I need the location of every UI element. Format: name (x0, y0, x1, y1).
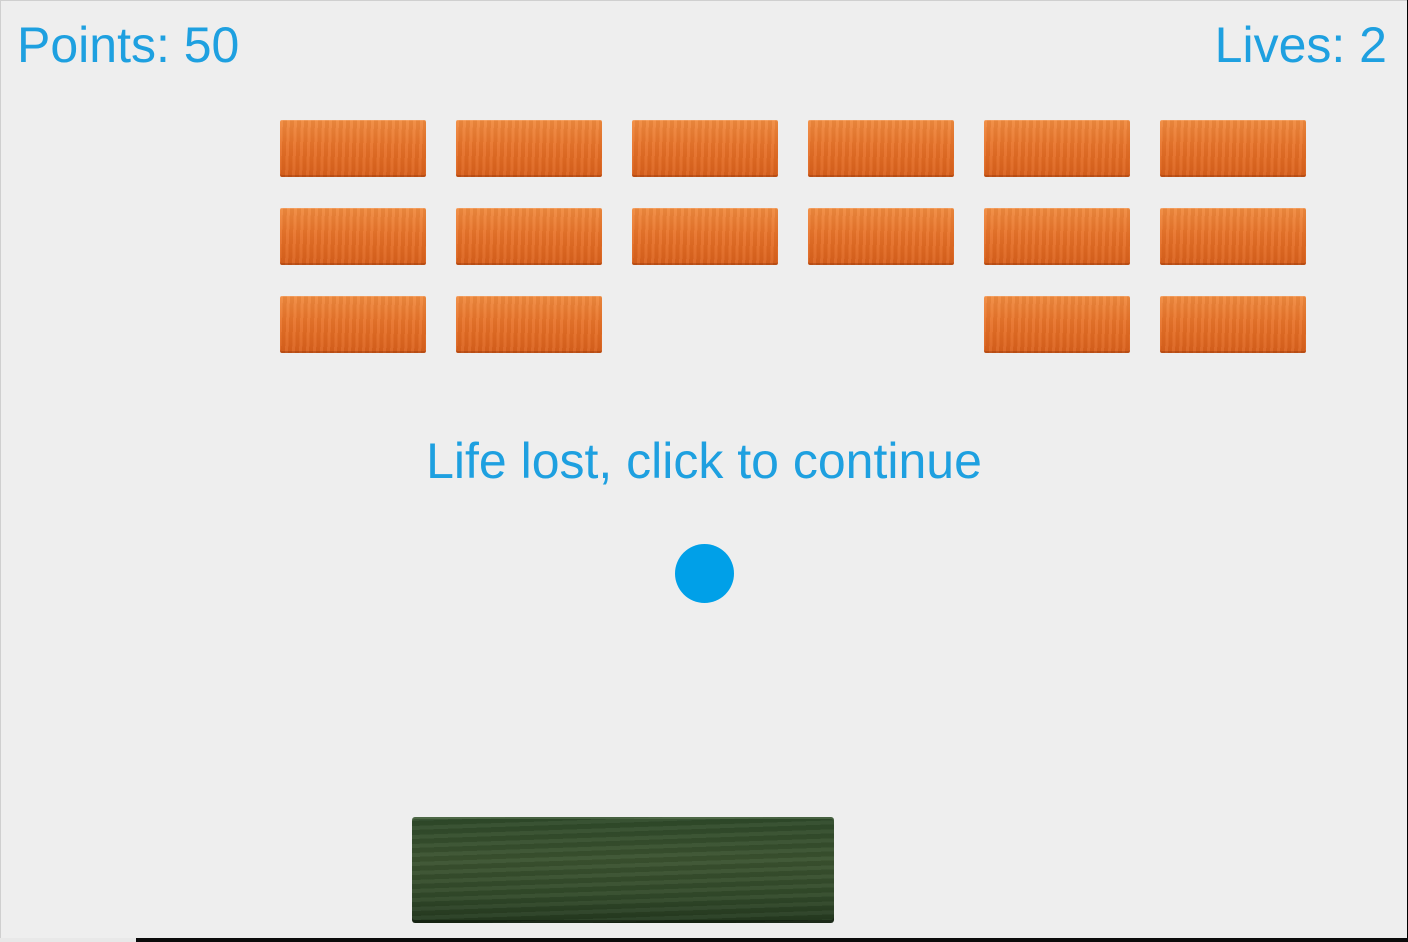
game-canvas[interactable]: Points: 50 Lives: 2 Life lost, click to … (0, 0, 1407, 939)
brick-icon (632, 208, 778, 265)
brick-icon (984, 208, 1130, 265)
lives-display: Lives: 2 (1214, 17, 1387, 73)
brick-icon (1160, 296, 1306, 353)
window-bottom-edge-highlight (0, 938, 136, 942)
life-lost-message[interactable]: Life lost, click to continue (1, 431, 1407, 491)
brick-icon (280, 208, 426, 265)
brick-icon (984, 120, 1130, 177)
window-bottom-edge (0, 938, 1408, 942)
brick-icon (632, 120, 778, 177)
paddle-icon[interactable] (412, 817, 834, 923)
brick-icon (984, 296, 1130, 353)
brick-icon (456, 296, 602, 353)
ball-icon (675, 544, 734, 603)
brick-icon (456, 120, 602, 177)
brick-icon (808, 120, 954, 177)
brick-icon (808, 208, 954, 265)
brick-icon (280, 296, 426, 353)
score-display: Points: 50 (17, 17, 240, 73)
brick-icon (1160, 208, 1306, 265)
brick-icon (456, 208, 602, 265)
brick-icon (280, 120, 426, 177)
brick-icon (1160, 120, 1306, 177)
